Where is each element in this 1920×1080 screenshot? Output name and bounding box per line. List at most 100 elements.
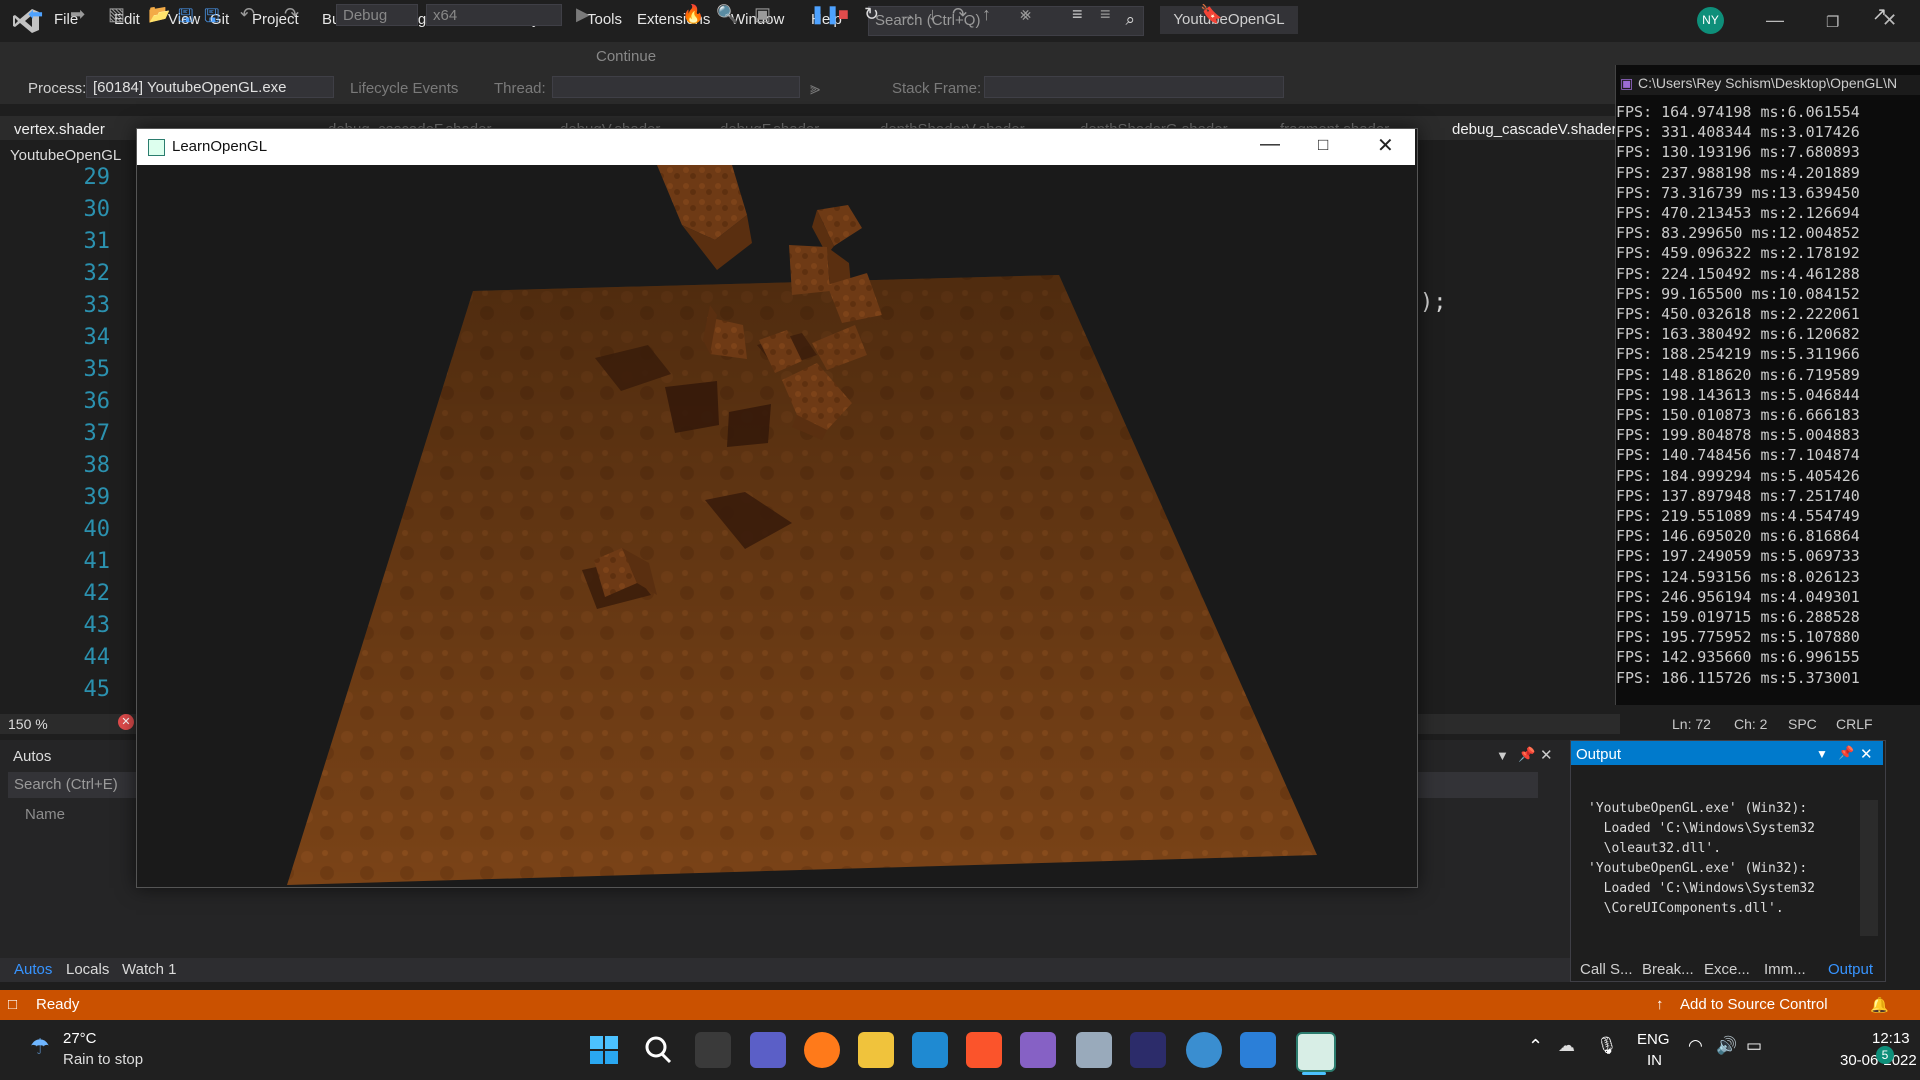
region-indicator[interactable]: IN [1647, 1052, 1662, 1069]
volume-icon[interactable]: 🔊 [1716, 1036, 1737, 1056]
stack-frame-dropdown[interactable] [984, 76, 1284, 98]
resource-monitor-icon[interactable] [1076, 1032, 1112, 1068]
globe-app-icon[interactable] [1186, 1032, 1222, 1068]
screenshot-icon[interactable]: ▣ [754, 4, 771, 25]
pause-icon[interactable]: ❚❚ [810, 4, 840, 25]
opengl-titlebar[interactable] [137, 129, 1415, 165]
tab-locals[interactable]: Locals [66, 961, 109, 978]
terminal-icon[interactable] [1130, 1032, 1166, 1068]
autos-pin-icon[interactable]: 📌 [1518, 746, 1535, 763]
notifications-bell-icon[interactable]: 🔔 [1870, 996, 1889, 1014]
opengl-app-taskbar-icon[interactable] [1296, 1032, 1336, 1072]
weather-description[interactable]: Rain to stop [63, 1051, 143, 1068]
step-over-icon[interactable]: ↷ [952, 4, 967, 25]
onedrive-icon[interactable]: ☁ [1558, 1036, 1575, 1056]
task-view-icon[interactable] [695, 1032, 731, 1068]
add-to-source-control-button[interactable]: Add to Source Control [1680, 996, 1828, 1013]
notification-badge[interactable]: 5 [1876, 1046, 1894, 1064]
comment-icon[interactable]: ≡ [1072, 4, 1083, 25]
console-line: FPS: 331.408344 ms:3.017426 [1616, 123, 1860, 142]
output-scrollbar[interactable] [1860, 800, 1878, 936]
config-dropdown[interactable]: Debug [336, 4, 418, 26]
output-pin-icon[interactable]: 📌 [1838, 745, 1854, 761]
output-dropdown-icon[interactable]: ▼ [1816, 747, 1828, 761]
show-next-statement-icon[interactable]: → [898, 4, 916, 25]
zoom-dropdown[interactable]: 150 % [8, 716, 86, 734]
bookmark-icon[interactable]: 🔖 [1200, 4, 1222, 25]
error-icon[interactable]: ✕ [118, 714, 134, 730]
save-icon[interactable]: 🖫 [178, 4, 193, 34]
start-icon[interactable] [586, 1032, 622, 1068]
stop-icon[interactable]: ■ [838, 4, 849, 25]
line-number: 34 [83, 325, 111, 350]
clock-time[interactable]: 12:13 [1872, 1030, 1910, 1047]
notification-icon[interactable]: □ [8, 996, 17, 1013]
visual-studio-icon[interactable] [1020, 1032, 1056, 1068]
platform-dropdown[interactable]: x64 [426, 4, 562, 26]
uncomment-icon[interactable]: ≡ [1100, 4, 1111, 25]
live-share-icon[interactable]: ↗ [1872, 4, 1887, 25]
autos-close-icon[interactable]: ✕ [1540, 746, 1553, 764]
search-icon[interactable]: ⌕ [1125, 10, 1135, 30]
continue-icon[interactable]: ▶ [576, 4, 590, 25]
photos-icon[interactable] [1240, 1032, 1276, 1068]
tab-autos[interactable]: Autos [14, 961, 52, 978]
process-dropdown[interactable]: [60184] YoutubeOpenGL.exe [86, 76, 334, 98]
show-hidden-icons[interactable]: ⌃ [1528, 1036, 1543, 1057]
teams-chat-icon[interactable] [750, 1032, 786, 1068]
firefox-icon[interactable] [804, 1032, 840, 1068]
tab-exce[interactable]: Exce... [1704, 961, 1750, 978]
step-out-icon[interactable]: ↑ [982, 4, 991, 25]
autos-dropdown-icon[interactable]: ▼ [1496, 748, 1509, 763]
step-into-icon[interactable]: ↓ [928, 4, 937, 25]
find-in-files-icon[interactable]: 🔍 [716, 4, 738, 25]
battery-icon[interactable]: ▭ [1746, 1036, 1762, 1056]
hot-reload-icon[interactable]: 🔥 [682, 4, 704, 25]
tab-imm[interactable]: Imm... [1764, 961, 1806, 978]
breakpoint-options-icon[interactable]: ⨳ [1020, 4, 1031, 25]
line-ending-indicator[interactable]: CRLF [1836, 716, 1873, 732]
restart-icon[interactable]: ↻ [864, 4, 879, 25]
open-folder-icon[interactable]: 📂 [148, 4, 170, 25]
new-project-icon[interactable]: ▧ [108, 4, 125, 25]
restore-icon[interactable]: ❐ [1826, 13, 1839, 31]
continue-button[interactable]: Continue [596, 48, 656, 65]
tab-output[interactable]: Output [1828, 961, 1873, 978]
brave-icon[interactable] [966, 1032, 1002, 1068]
opengl-render-canvas[interactable] [137, 165, 1415, 885]
avatar[interactable]: NY [1697, 7, 1724, 34]
file-explorer-icon[interactable] [858, 1032, 894, 1068]
microphone-icon[interactable]: 🎙 [1596, 1036, 1618, 1056]
save-all-icon[interactable]: 🖫 [204, 4, 219, 34]
tab-break[interactable]: Break... [1642, 961, 1694, 978]
weather-temperature[interactable]: 27°C [63, 1030, 97, 1047]
opengl-close-icon[interactable]: ✕ [1377, 133, 1394, 158]
tab-0[interactable]: vertex.shader [14, 121, 105, 138]
lifecycle-events-button[interactable]: Lifecycle Events [350, 80, 458, 97]
wifi-icon[interactable]: ◠ [1688, 1036, 1703, 1056]
menu-item-tools[interactable]: Tools [587, 11, 622, 28]
undo-icon[interactable]: ↶ [240, 4, 255, 25]
debug-tabs [0, 958, 1575, 982]
back-icon[interactable]: ⬅ [28, 4, 43, 25]
vscode-icon[interactable] [912, 1032, 948, 1068]
project-file-tab[interactable]: YoutubeOpenGL [10, 147, 121, 164]
console-line: FPS: 140.748456 ms:7.104874 [1616, 446, 1860, 465]
forward-icon[interactable]: ➡ [70, 4, 85, 25]
search-taskbar-icon[interactable] [640, 1032, 676, 1068]
filter-icon[interactable]: ⫸ [810, 78, 820, 99]
tab-watch-1[interactable]: Watch 1 [122, 961, 176, 978]
autos-name-column[interactable]: Name [25, 806, 65, 823]
redo-icon[interactable]: ↷ [284, 4, 299, 25]
language-indicator[interactable]: ENG [1637, 1031, 1670, 1048]
tab-calls[interactable]: Call S... [1580, 961, 1633, 978]
console-line: FPS: 188.254219 ms:5.311966 [1616, 345, 1860, 364]
opengl-minimize-icon[interactable]: — [1260, 133, 1280, 156]
weather-icon[interactable]: ☂ [30, 1034, 50, 1060]
minimize-icon[interactable]: — [1766, 10, 1784, 31]
tab-7[interactable]: debug_cascadeV.shader [1452, 121, 1617, 138]
thread-dropdown[interactable] [552, 76, 800, 98]
whitespace-indicator[interactable]: SPC [1788, 716, 1817, 732]
opengl-maximize-icon[interactable]: □ [1318, 135, 1328, 155]
output-close-icon[interactable]: ✕ [1860, 745, 1873, 763]
